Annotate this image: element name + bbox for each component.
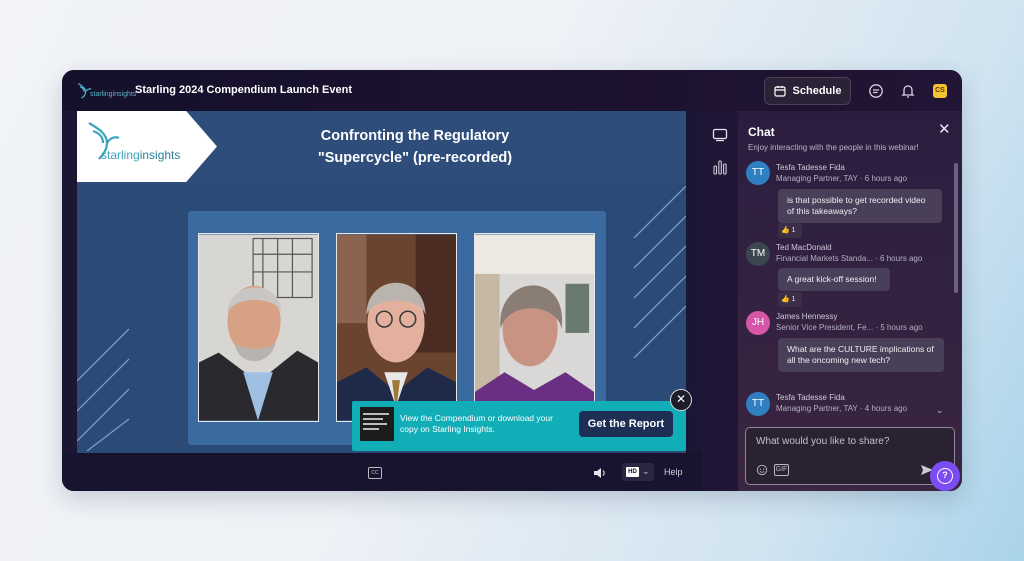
message-meta: Managing Partner, TAY · 6 hours ago	[776, 174, 908, 183]
chat-panel: Chat Enjoy interacting with the people i…	[738, 111, 962, 491]
event-title: Starling 2024 Compendium Launch Event	[135, 84, 352, 96]
avatar: TM	[746, 242, 770, 266]
speaker-video-tile[interactable]	[198, 233, 319, 422]
slide-title-line1: Confronting the Regulatory	[320, 128, 510, 144]
compendium-thumbnail	[360, 407, 394, 441]
speaker-video-feed	[475, 234, 594, 421]
promo-banner: View the Compendium or download your cop…	[352, 401, 686, 451]
avatar: TT	[746, 161, 770, 185]
chevron-down-icon: ⌄	[642, 466, 650, 476]
slide-title-line2: "Supercycle" (pre-recorded)	[317, 150, 513, 166]
quality-selector[interactable]: HD ⌄	[622, 463, 654, 481]
get-report-button[interactable]: Get the Report	[579, 411, 673, 437]
avatar: JH	[746, 311, 770, 335]
question-icon: ?	[937, 468, 953, 484]
slide-title: Confronting the Regulatory "Supercycle" …	[245, 125, 585, 169]
app-logo: starlinginsights	[72, 79, 136, 103]
speaker-video-feed	[337, 234, 456, 421]
decorative-stripes	[633, 186, 686, 359]
schedule-button[interactable]: Schedule	[764, 77, 851, 105]
avatar: TT	[746, 392, 770, 416]
top-bar: starlinginsights Starling 2024 Compendiu…	[62, 70, 962, 111]
message-author: Tesfa Tadesse Fida	[776, 163, 845, 172]
chat-composer: What would you like to share? GIF	[745, 427, 955, 485]
speaker-video-tile[interactable]	[336, 233, 457, 422]
message-meta: Managing Partner, TAY · 4 hours ago	[776, 404, 908, 413]
reaction-badge[interactable]: 👍 1	[778, 292, 802, 307]
message-bubble: is that possible to get recorded video o…	[778, 189, 942, 223]
speaker-video-tile[interactable]	[474, 233, 595, 422]
logo-wordmark: starlinginsights	[90, 91, 137, 98]
closed-captions-button[interactable]: CC	[368, 467, 382, 479]
video-player[interactable]: starlinginsights Confronting the Regulat…	[62, 111, 702, 491]
volume-icon[interactable]	[592, 465, 608, 481]
close-icon[interactable]: ✕	[938, 120, 951, 138]
promo-text: View the Compendium or download your cop…	[400, 413, 553, 434]
chevron-down-icon[interactable]: ⌄	[936, 405, 944, 416]
emoji-icon[interactable]	[755, 464, 769, 476]
brand-wordmark: starlinginsights	[101, 148, 181, 162]
player-controls: CC HD ⌄ Help	[62, 453, 702, 491]
webinar-app: starlinginsights Starling 2024 Compendiu…	[62, 70, 962, 491]
bell-icon[interactable]	[900, 83, 916, 99]
profile-avatar[interactable]: CS	[933, 84, 947, 98]
gif-button[interactable]: GIF	[774, 464, 789, 476]
chat-panel-icon[interactable]	[712, 127, 728, 143]
message-input[interactable]: What would you like to share?	[756, 436, 889, 447]
polls-icon[interactable]	[712, 159, 728, 175]
speaker-video-feed	[199, 234, 318, 421]
message-author: Ted MacDonald	[776, 243, 832, 252]
calendar-icon	[773, 86, 786, 97]
message-bubble: A great kick-off session!	[778, 268, 890, 291]
help-link[interactable]: Help	[664, 467, 683, 477]
hd-label: HD	[626, 467, 639, 477]
chat-subtitle: Enjoy interacting with the people in thi…	[748, 143, 919, 152]
message-meta: Financial Markets Standa... · 6 hours ag…	[776, 254, 923, 263]
help-button[interactable]: ?	[930, 461, 960, 491]
promo-close-button[interactable]: ✕	[670, 389, 692, 411]
reaction-badge[interactable]: 👍 1	[778, 223, 802, 238]
decorative-stripes	[77, 328, 130, 451]
chat-bubble-icon[interactable]	[868, 83, 884, 99]
message-author: James Hennessy	[776, 312, 838, 321]
message-meta: Senior Vice President, Fe... · 5 hours a…	[776, 323, 923, 332]
chat-scrollbar[interactable]	[954, 163, 958, 293]
chat-title: Chat	[748, 125, 775, 139]
message-author: Tesfa Tadesse Fida	[776, 393, 845, 402]
message-bubble: What are the CULTURE implications of all…	[778, 338, 944, 372]
side-rail	[702, 111, 738, 491]
schedule-label: Schedule	[792, 85, 842, 97]
